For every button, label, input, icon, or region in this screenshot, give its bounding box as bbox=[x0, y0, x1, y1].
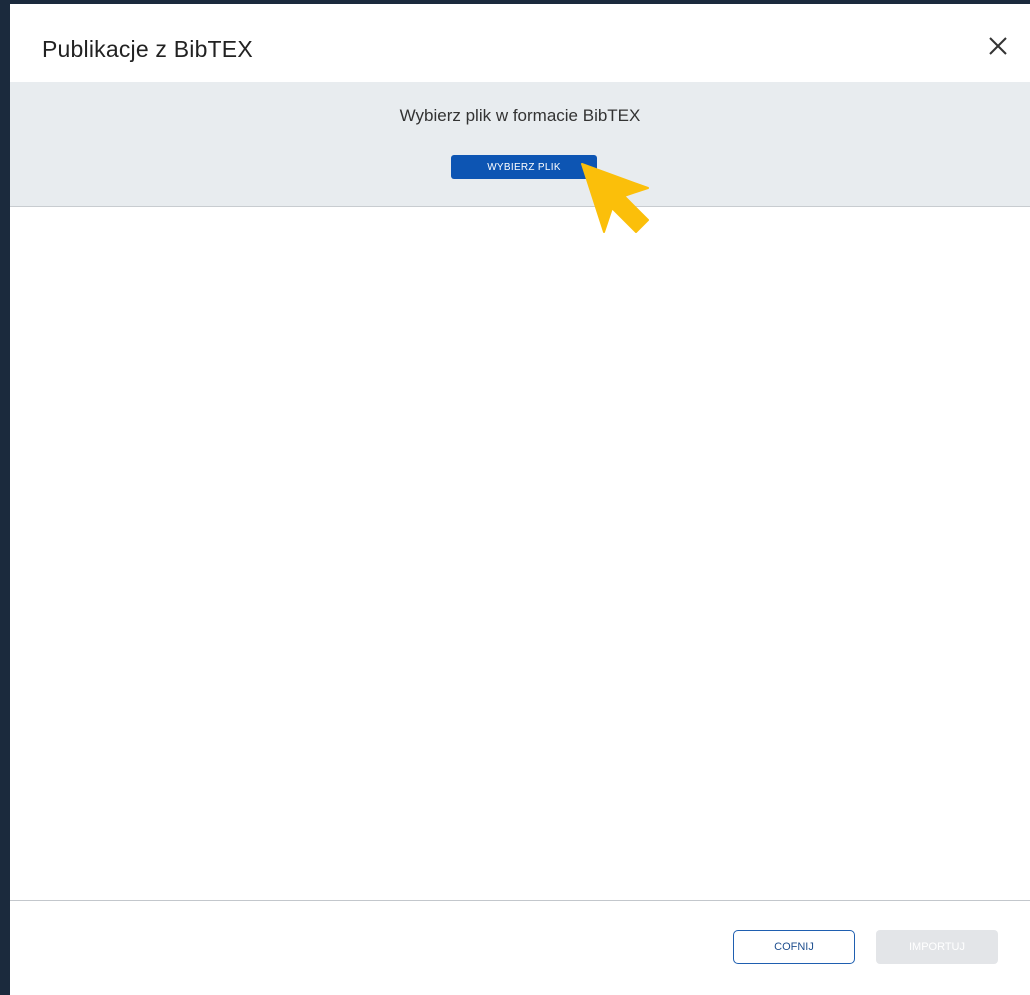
import-dialog: Publikacje z BibTEX Wybierz plik w forma… bbox=[10, 4, 1030, 995]
back-button[interactable]: COFNIJ bbox=[733, 930, 855, 964]
app-background: Publikacje z BibTEX Wybierz plik w forma… bbox=[0, 0, 1030, 995]
dialog-footer: COFNIJ IMPORTUJ bbox=[10, 900, 1030, 995]
choose-file-button[interactable]: WYBIERZ PLIK bbox=[451, 155, 597, 179]
import-button[interactable]: IMPORTUJ bbox=[876, 930, 998, 964]
dialog-header: Publikacje z BibTEX bbox=[10, 4, 1030, 82]
file-picker-label: Wybierz plik w formacie BibTEX bbox=[399, 106, 641, 125]
close-icon[interactable] bbox=[984, 32, 1012, 60]
file-picker-panel: Wybierz plik w formacie BibTEX WYBIERZ P… bbox=[10, 82, 1030, 207]
dialog-title: Publikacje z BibTEX bbox=[42, 36, 253, 62]
content-area bbox=[10, 207, 1030, 900]
